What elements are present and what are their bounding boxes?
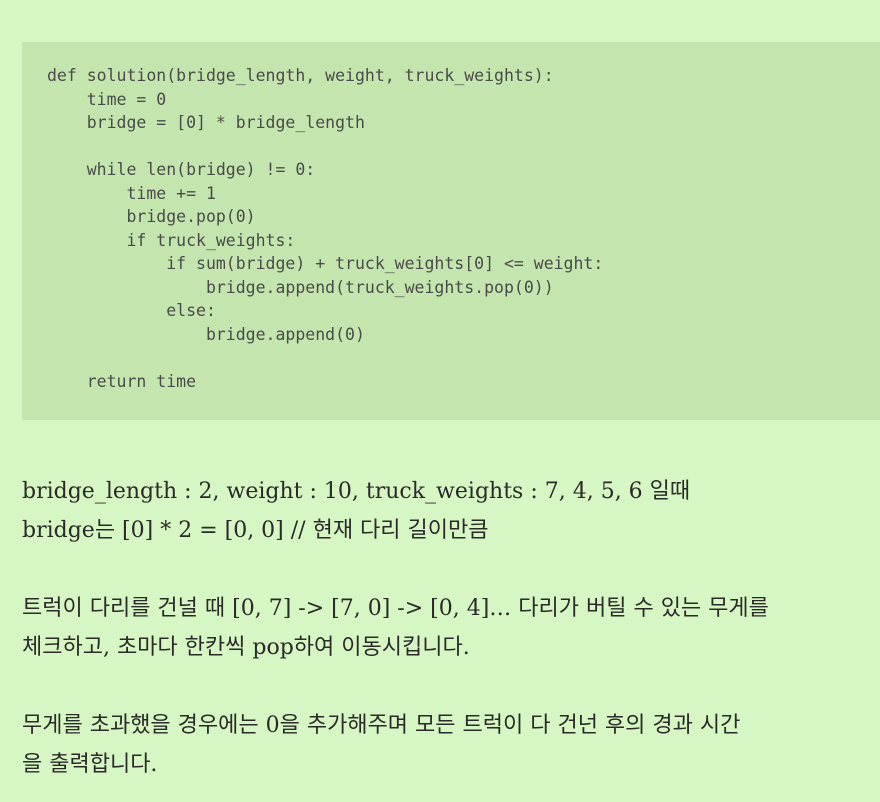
code-line: bridge.append(truck_weights.pop(0)) xyxy=(47,277,554,297)
code-line: if sum(bridge) + truck_weights[0] <= wei… xyxy=(47,254,604,273)
paragraph-line: 무게를 초과했을 경우에는 0을 추가해주며 모든 트럭이 다 건넌 후의 경과… xyxy=(22,713,741,738)
paragraph-line: 트럭이 다리를 건널 때 [0, 7] -> [7, 0] -> [0, 4]…… xyxy=(22,596,769,621)
explanation-text: bridge_length : 2, weight : 10, truck_we… xyxy=(22,472,880,784)
paragraph-line: bridge_length : 2, weight : 10, truck_we… xyxy=(22,479,691,504)
code-line: return time xyxy=(47,371,197,391)
paragraph-line: bridge는 [0] * 2 = [0, 0] // 현재 다리 길이만큼 xyxy=(22,518,489,543)
code-line: time = 0 xyxy=(47,89,167,109)
code-line: time += 1 xyxy=(47,183,216,203)
paragraph-line: 을 출력합니다. xyxy=(22,752,158,777)
code-line: bridge.append(0) xyxy=(47,324,365,344)
paragraph-line: 체크하고, 초마다 한칸씩 pop하여 이동시킵니다. xyxy=(22,635,470,660)
code-block: def solution(bridge_length, weight, truc… xyxy=(22,42,880,420)
code-line: if truck_weights: xyxy=(47,230,296,250)
code-line: while len(bridge) != 0: xyxy=(47,160,316,179)
code-line: def solution(bridge_length, weight, truc… xyxy=(47,66,554,85)
code-line: bridge.pop(0) xyxy=(47,207,256,226)
code-line: bridge = [0] * bridge_length xyxy=(47,113,365,132)
code-line: else: xyxy=(47,301,216,320)
